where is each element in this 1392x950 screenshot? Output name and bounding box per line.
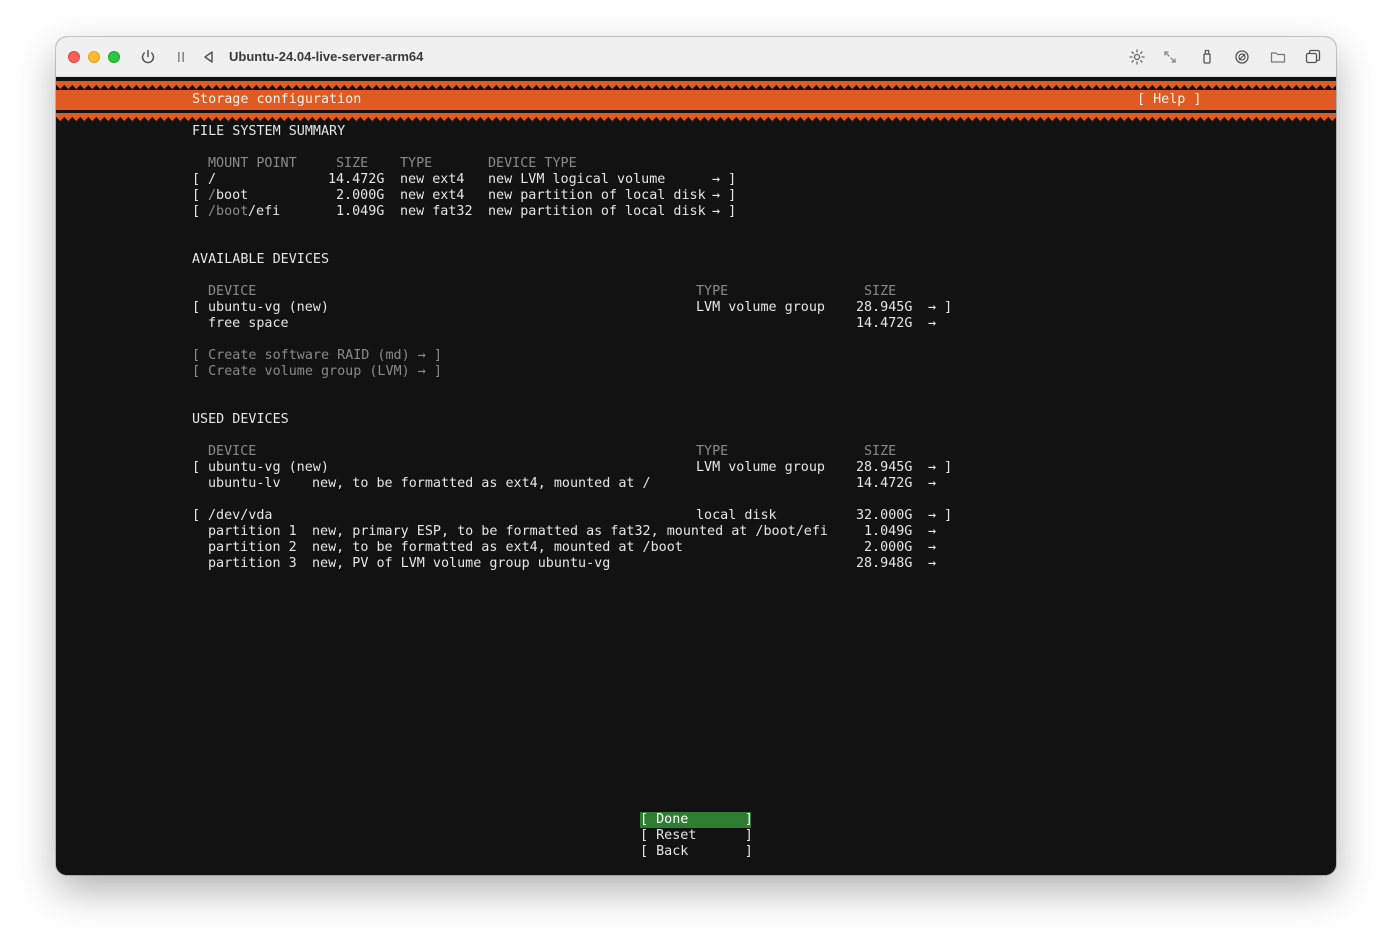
create-lvm-button[interactable]: [ Create volume group (LVM) → ] bbox=[192, 364, 442, 380]
size: 2.000G bbox=[336, 188, 385, 203]
device-size: 32.000G bbox=[856, 508, 913, 523]
available-devices-heading: AVAILABLE DEVICES bbox=[192, 252, 330, 267]
row-arrow: → ] bbox=[712, 204, 737, 219]
device-type: new partition of local disk bbox=[488, 204, 706, 219]
row-arrow: → ] bbox=[928, 460, 953, 475]
mount-point-prefix: / bbox=[208, 188, 217, 203]
row-bracket: [ bbox=[192, 172, 201, 187]
audio-icon[interactable] bbox=[1233, 48, 1251, 66]
header-stripe-top bbox=[56, 81, 1336, 89]
windows-icon[interactable] bbox=[1304, 48, 1322, 66]
fs-summary-heading: FILE SYSTEM SUMMARY bbox=[192, 124, 346, 139]
device-size: 28.945G bbox=[856, 300, 913, 315]
row-arrow: → bbox=[928, 540, 937, 555]
row-arrow: → ] bbox=[928, 300, 953, 315]
partition-name: partition 1 bbox=[208, 524, 297, 539]
vm-window: Ubuntu-24.04-live-server-arm64 Storage c… bbox=[56, 37, 1336, 875]
row-bracket: [ bbox=[192, 300, 201, 315]
col-size: SIZE bbox=[864, 444, 897, 459]
used-devices-heading: USED DEVICES bbox=[192, 412, 289, 427]
col-type: TYPE bbox=[696, 444, 729, 459]
terminal-screen: Storage configuration [ Help ] FILE SYST… bbox=[56, 77, 1336, 875]
pause-icon[interactable] bbox=[172, 48, 190, 66]
row-bracket: [ bbox=[192, 508, 201, 523]
device-type: new partition of local disk bbox=[488, 188, 706, 203]
power-icon[interactable] bbox=[139, 48, 157, 66]
close-window-button[interactable] bbox=[68, 51, 80, 63]
row-arrow: → bbox=[928, 556, 937, 571]
row-bracket: [ bbox=[192, 204, 201, 219]
device-type: local disk bbox=[696, 508, 777, 523]
device-desc: new, to be formatted as ext4, mounted at… bbox=[312, 476, 651, 491]
mount-point: /efi bbox=[248, 204, 281, 219]
partition-desc: new, to be formatted as ext4, mounted at… bbox=[312, 540, 683, 555]
device-size: 14.472G bbox=[856, 476, 913, 491]
folder-icon[interactable] bbox=[1269, 48, 1287, 66]
brightness-icon[interactable] bbox=[1128, 48, 1146, 66]
col-type: TYPE bbox=[400, 156, 433, 171]
device-type: LVM volume group bbox=[696, 300, 825, 315]
col-mount-point: MOUNT POINT bbox=[208, 156, 297, 171]
fs-type: new ext4 bbox=[400, 188, 465, 203]
window-titlebar: Ubuntu-24.04-live-server-arm64 bbox=[56, 37, 1336, 77]
device-type: new LVM logical volume bbox=[488, 172, 666, 187]
row-bracket: [ bbox=[192, 460, 201, 475]
partition-desc: new, primary ESP, to be formatted as fat… bbox=[312, 524, 828, 539]
device-size: 28.945G bbox=[856, 460, 913, 475]
row-arrow: → bbox=[928, 316, 937, 331]
device-name: ubuntu-lv bbox=[208, 476, 281, 491]
device-name: free space bbox=[208, 316, 289, 331]
size: 1.049G bbox=[336, 204, 385, 219]
back-button[interactable]: [ Back ] bbox=[640, 844, 753, 860]
fs-type: new fat32 bbox=[400, 204, 473, 219]
window-title: Ubuntu-24.04-live-server-arm64 bbox=[229, 49, 424, 64]
partition-size: 28.948G bbox=[856, 556, 913, 571]
row-arrow: → ] bbox=[928, 508, 953, 523]
row-arrow: → bbox=[928, 524, 937, 539]
col-device-type: DEVICE TYPE bbox=[488, 156, 577, 171]
partition-size: 1.049G bbox=[864, 524, 913, 539]
zoom-window-button[interactable] bbox=[108, 51, 120, 63]
fs-type: new ext4 bbox=[400, 172, 465, 187]
help-button[interactable]: [ Help ] bbox=[1137, 92, 1202, 108]
device-name: /dev/vda bbox=[208, 508, 273, 523]
resize-icon[interactable] bbox=[1161, 48, 1179, 66]
partition-desc: new, PV of LVM volume group ubuntu-vg bbox=[312, 556, 611, 571]
mount-point: / bbox=[208, 172, 217, 187]
col-device: DEVICE bbox=[208, 284, 257, 299]
device-size: 14.472G bbox=[856, 316, 913, 331]
row-arrow: → bbox=[928, 476, 937, 491]
header-stripe-bottom bbox=[56, 113, 1336, 121]
usb-icon[interactable] bbox=[1198, 48, 1216, 66]
minimize-window-button[interactable] bbox=[88, 51, 100, 63]
device-name: ubuntu-vg (new) bbox=[208, 460, 329, 475]
col-size: SIZE bbox=[336, 156, 369, 171]
mount-point-prefix: /boot bbox=[208, 204, 249, 219]
col-device: DEVICE bbox=[208, 444, 257, 459]
col-type: TYPE bbox=[696, 284, 729, 299]
size: 14.472G bbox=[328, 172, 385, 187]
reset-button[interactable]: [ Reset ] bbox=[640, 828, 753, 844]
row-arrow: → ] bbox=[712, 188, 737, 203]
device-type: LVM volume group bbox=[696, 460, 825, 475]
device-name: ubuntu-vg (new) bbox=[208, 300, 329, 315]
partition-name: partition 3 bbox=[208, 556, 297, 571]
partition-size: 2.000G bbox=[864, 540, 913, 555]
mount-point: boot bbox=[216, 188, 249, 203]
create-raid-button[interactable]: [ Create software RAID (md) → ] bbox=[192, 348, 442, 364]
row-arrow: → ] bbox=[712, 172, 737, 187]
col-size: SIZE bbox=[864, 284, 897, 299]
screen-title: Storage configuration bbox=[192, 92, 362, 107]
partition-name: partition 2 bbox=[208, 540, 297, 555]
done-button[interactable]: [ Done ] bbox=[640, 812, 753, 828]
back-triangle-icon[interactable] bbox=[200, 48, 218, 66]
row-bracket: [ bbox=[192, 188, 201, 203]
